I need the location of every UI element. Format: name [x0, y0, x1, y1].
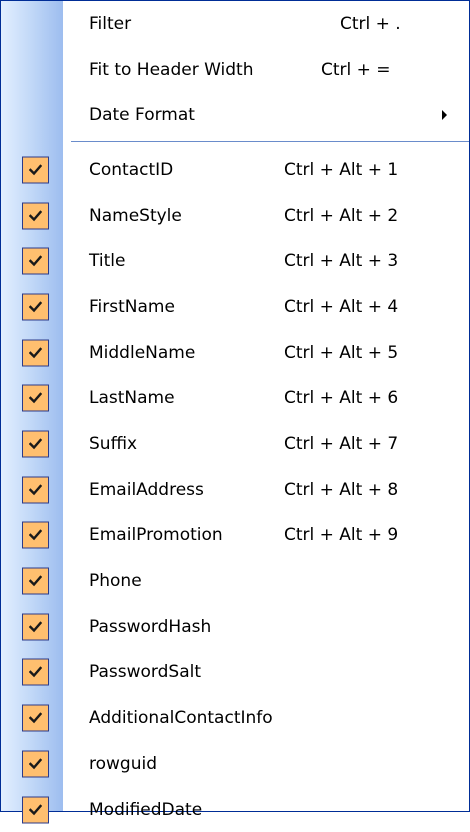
menu-item-shortcut: Ctrl + Alt + 9	[284, 525, 399, 546]
checkmark-icon[interactable]	[22, 156, 49, 184]
menu-item-column-password-hash[interactable]: PasswordHash	[1, 604, 469, 650]
checkmark-icon[interactable]	[22, 658, 49, 686]
menu-item-shortcut: Ctrl + .	[340, 13, 401, 34]
checkmark-icon[interactable]	[22, 521, 49, 549]
menu-item-shortcut: Ctrl + =	[321, 59, 391, 80]
menu-item-label: ContactID	[89, 159, 174, 180]
menu-item-column-rowguid[interactable]: rowguid	[1, 741, 469, 787]
menu-item-label: Date Format	[89, 105, 195, 126]
menu-item-column-phone[interactable]: Phone	[1, 558, 469, 604]
menu-item-label: PasswordHash	[89, 616, 212, 637]
checkmark-icon[interactable]	[22, 796, 49, 824]
checkmark-icon[interactable]	[22, 202, 49, 230]
checkmark-glyph	[29, 575, 42, 587]
menu-item-label: EmailPromotion	[89, 525, 223, 546]
checkmark-glyph	[29, 438, 42, 450]
context-menu: Filter Ctrl + . Fit to Header Width Ctrl…	[0, 0, 470, 824]
menu-item-shortcut: Ctrl + Alt + 7	[284, 434, 399, 455]
menu-item-label: Suffix	[89, 434, 138, 455]
menu-item-column-password-salt[interactable]: PasswordSalt	[1, 650, 469, 696]
menu-item-label: ModifiedDate	[89, 799, 203, 820]
menu-item-label: rowguid	[89, 753, 157, 774]
checkmark-glyph	[29, 758, 42, 770]
checkmark-icon[interactable]	[22, 567, 49, 595]
submenu-arrow-icon	[442, 110, 447, 121]
checkmark-glyph	[29, 347, 42, 358]
menu-item-label: AdditionalContactInfo	[89, 708, 273, 729]
menu-item-shortcut: Ctrl + Alt + 5	[284, 342, 399, 363]
checkmark-icon[interactable]	[22, 704, 49, 732]
checkmark-icon[interactable]	[22, 613, 49, 641]
menu-item-label: PasswordSalt	[89, 662, 202, 683]
menu-item-shortcut: Ctrl + Alt + 8	[284, 479, 399, 500]
checkmark-glyph	[29, 210, 42, 221]
menu-item-label: Fit to Header Width	[89, 59, 254, 80]
menu-item-date-format[interactable]: Date Format	[1, 92, 469, 138]
checkmark-glyph	[29, 301, 42, 313]
checkmark-glyph	[29, 392, 42, 404]
checkmark-glyph	[29, 666, 42, 678]
menu-items: Filter Ctrl + . Fit to Header Width Ctrl…	[1, 1, 469, 832]
menu-item-column-additional-contact-info[interactable]: AdditionalContactInfo	[1, 695, 469, 741]
menu-item-column-first-name[interactable]: FirstName Ctrl + Alt + 4	[1, 284, 469, 330]
menu-item-label: NameStyle	[89, 205, 182, 226]
menu-item-label: EmailAddress	[89, 479, 204, 500]
menu-item-shortcut: Ctrl + Alt + 1	[284, 159, 399, 180]
menu-item-column-name-style[interactable]: NameStyle Ctrl + Alt + 2	[1, 193, 469, 239]
checkmark-icon[interactable]	[22, 247, 49, 275]
menu-item-label: Title	[89, 251, 126, 272]
checkmark-icon[interactable]	[22, 430, 49, 458]
menu-item-label: Filter	[89, 13, 132, 34]
checkmark-icon[interactable]	[22, 476, 49, 504]
menu-item-shortcut: Ctrl + Alt + 3	[284, 251, 399, 272]
menu-item-column-suffix[interactable]: Suffix Ctrl + Alt + 7	[1, 421, 469, 467]
separator-line	[71, 141, 469, 143]
checkmark-glyph	[29, 804, 42, 815]
menu-item-column-title[interactable]: Title Ctrl + Alt + 3	[1, 238, 469, 284]
checkmark-icon[interactable]	[22, 339, 49, 367]
menu-item-label: FirstName	[89, 296, 175, 317]
menu-item-filter[interactable]: Filter Ctrl + .	[1, 1, 469, 47]
menu-item-shortcut: Ctrl + Alt + 6	[284, 388, 399, 409]
menu-separator	[1, 138, 469, 147]
menu-item-column-email-promotion[interactable]: EmailPromotion Ctrl + Alt + 9	[1, 513, 469, 559]
menu-item-label: LastName	[89, 388, 175, 409]
menu-item-column-last-name[interactable]: LastName Ctrl + Alt + 6	[1, 376, 469, 422]
checkmark-icon[interactable]	[22, 293, 49, 321]
menu-item-fit-to-header-width[interactable]: Fit to Header Width Ctrl + =	[1, 47, 469, 93]
menu-item-column-email-address[interactable]: EmailAddress Ctrl + Alt + 8	[1, 467, 469, 513]
menu-item-shortcut: Ctrl + Alt + 2	[284, 205, 399, 226]
menu-item-label: Phone	[89, 571, 142, 592]
checkmark-glyph	[29, 529, 42, 541]
menu-item-label: MiddleName	[89, 342, 196, 363]
menu-item-shortcut: Ctrl + Alt + 4	[284, 296, 399, 317]
checkmark-glyph	[29, 712, 42, 724]
checkmark-glyph	[29, 484, 42, 495]
checkmark-glyph	[29, 621, 42, 633]
menu-item-column-contact-id[interactable]: ContactID Ctrl + Alt + 1	[1, 147, 469, 193]
checkmark-icon[interactable]	[22, 750, 49, 778]
menu-item-column-middle-name[interactable]: MiddleName Ctrl + Alt + 5	[1, 330, 469, 376]
checkmark-glyph	[29, 164, 42, 176]
checkmark-icon[interactable]	[22, 384, 49, 412]
column-visibility-list: ContactID Ctrl + Alt + 1 NameStyle Ctrl …	[1, 147, 469, 832]
menu-item-column-modified-date[interactable]: ModifiedDate	[1, 787, 469, 832]
checkmark-glyph	[29, 255, 42, 267]
